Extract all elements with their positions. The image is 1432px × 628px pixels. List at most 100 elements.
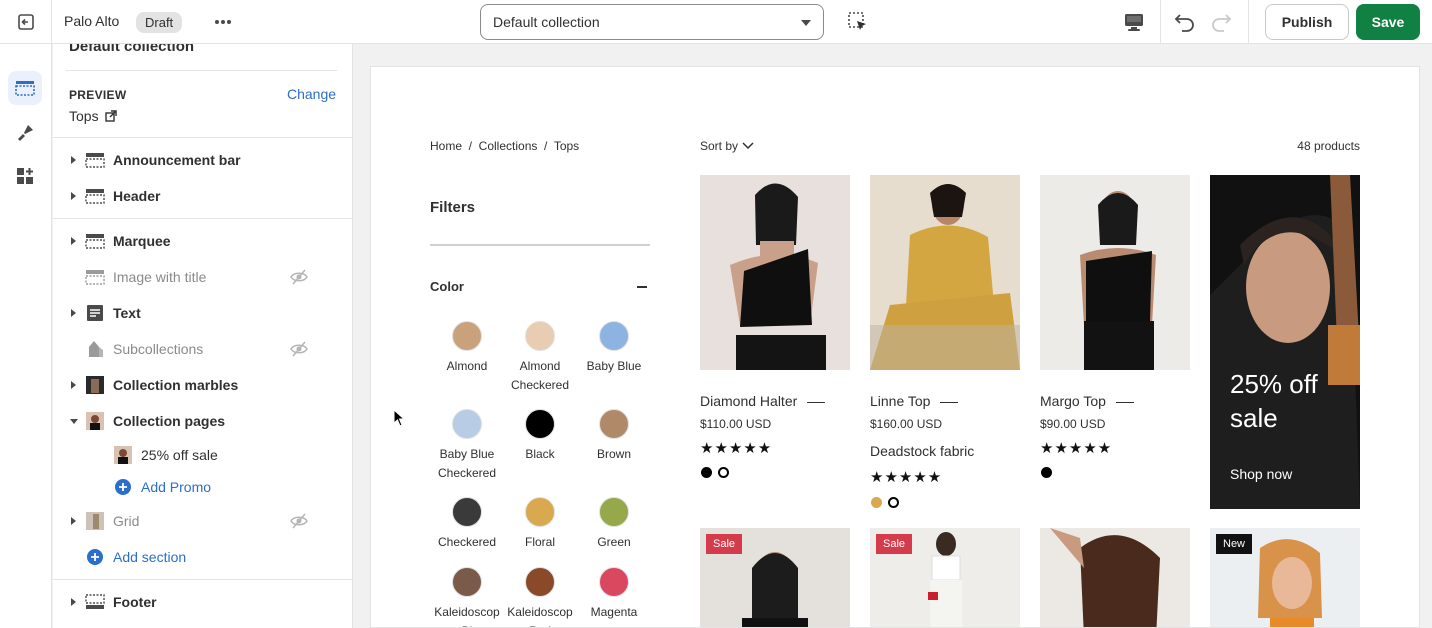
text-section-icon bbox=[87, 305, 103, 321]
product-image[interactable] bbox=[1040, 528, 1190, 627]
section-subcollections[interactable]: Subcollections bbox=[53, 334, 352, 364]
undo-icon[interactable] bbox=[1172, 10, 1198, 34]
product-name[interactable]: Margo Top bbox=[1040, 393, 1134, 409]
color-swatch[interactable]: Black bbox=[503, 409, 577, 464]
product-image[interactable] bbox=[870, 175, 1020, 370]
section-announcement-bar[interactable]: Announcement bar bbox=[53, 145, 352, 175]
section-label: Text bbox=[113, 305, 141, 321]
add-promo-label: Add Promo bbox=[141, 479, 212, 495]
inspector-icon[interactable] bbox=[846, 10, 870, 34]
more-actions-button[interactable] bbox=[212, 12, 234, 32]
color-swatch[interactable]: Kaleidoscop Red bbox=[503, 567, 577, 627]
rating-stars: ★★★★★ bbox=[700, 440, 773, 457]
preview-label: PREVIEW bbox=[69, 88, 127, 102]
product-price: $110.00 USD bbox=[700, 417, 772, 431]
sort-by-button[interactable]: Sort by bbox=[700, 139, 754, 153]
swatch-label: Green bbox=[597, 535, 631, 549]
preview-value[interactable]: Tops bbox=[69, 108, 117, 124]
section-header[interactable]: Header bbox=[53, 181, 352, 211]
color-swatch[interactable]: Almond bbox=[430, 321, 504, 376]
theme-settings-icon bbox=[18, 125, 33, 141]
change-preview-link[interactable]: Change bbox=[287, 86, 336, 102]
tag-icon bbox=[89, 341, 103, 357]
template-select[interactable]: Default collection bbox=[480, 4, 824, 40]
add-circle-icon bbox=[87, 549, 103, 565]
chevron-down-icon bbox=[742, 142, 754, 150]
promo-block[interactable]: 25% off sale Shop now bbox=[1210, 175, 1360, 509]
color-option-white[interactable] bbox=[888, 497, 899, 508]
swatch-label: Brown bbox=[596, 447, 631, 461]
divider bbox=[53, 218, 352, 219]
swatch-label: Almond Checkered bbox=[510, 359, 570, 392]
apps-button[interactable] bbox=[8, 159, 42, 193]
eye-hidden-icon[interactable] bbox=[289, 512, 309, 530]
color-filter-heading[interactable]: Color bbox=[430, 279, 464, 294]
swatch-label: Checkered bbox=[437, 535, 497, 549]
product-photo bbox=[1080, 191, 1156, 370]
sections-button[interactable] bbox=[8, 71, 42, 105]
color-option-floral[interactable] bbox=[871, 497, 882, 508]
eye-hidden-icon[interactable] bbox=[289, 268, 309, 286]
desktop-icon[interactable] bbox=[1120, 8, 1148, 36]
product-name[interactable]: Diamond Halter bbox=[700, 393, 826, 409]
filters-title: Filters bbox=[430, 199, 476, 216]
section-footer[interactable]: Footer bbox=[53, 587, 352, 617]
color-swatch[interactable]: Baby Blue bbox=[577, 321, 651, 376]
section-collection-pages[interactable]: Collection pages bbox=[53, 406, 352, 436]
color-option-white[interactable] bbox=[718, 467, 729, 478]
new-badge: New bbox=[1216, 534, 1253, 554]
redo-icon[interactable] bbox=[1208, 10, 1234, 34]
swatch-dot bbox=[525, 567, 555, 597]
theme-settings-button[interactable] bbox=[8, 115, 42, 149]
color-swatch[interactable]: Checkered bbox=[430, 497, 504, 552]
color-swatch[interactable]: Green bbox=[577, 497, 651, 552]
section-text[interactable]: Text bbox=[53, 298, 352, 328]
block-25-off-sale[interactable]: 25% off sale bbox=[53, 440, 352, 470]
product-name[interactable]: Linne Top bbox=[870, 393, 959, 409]
sidebar-title: Default collection bbox=[69, 44, 195, 55]
product-image[interactable] bbox=[1040, 175, 1190, 370]
external-link-icon bbox=[104, 110, 117, 122]
section-collection-marbles[interactable]: Collection marbles bbox=[53, 370, 352, 400]
chevron-right-icon bbox=[71, 517, 76, 525]
save-button[interactable]: Save bbox=[1356, 4, 1420, 40]
swatch-dot bbox=[599, 321, 629, 351]
divider bbox=[53, 579, 352, 580]
product-price: $90.00 USD bbox=[1040, 417, 1106, 431]
color-swatch[interactable]: Brown bbox=[577, 409, 651, 464]
divider bbox=[430, 244, 650, 246]
color-swatch[interactable]: Floral bbox=[503, 497, 577, 552]
chevron-right-icon bbox=[71, 309, 76, 317]
mouse-cursor-icon bbox=[393, 409, 405, 427]
collapse-icon[interactable] bbox=[637, 286, 647, 288]
eye-hidden-icon[interactable] bbox=[289, 340, 309, 358]
color-swatch[interactable]: Baby Blue Checkered bbox=[430, 409, 504, 483]
swatch-dot bbox=[525, 497, 555, 527]
swatch-label: Floral bbox=[524, 535, 555, 549]
section-image-with-title[interactable]: Image with title bbox=[53, 262, 352, 292]
add-promo-button[interactable]: Add Promo bbox=[53, 472, 352, 502]
color-swatch[interactable]: Magenta bbox=[577, 567, 651, 622]
color-swatch[interactable]: Kaleidoscop Bl bbox=[430, 567, 504, 627]
image-thumbnail-icon bbox=[86, 512, 104, 530]
exit-button[interactable] bbox=[0, 0, 52, 44]
breadcrumb[interactable]: Home / Collections / Tops bbox=[430, 139, 579, 153]
section-grid[interactable]: Grid bbox=[53, 506, 352, 536]
section-label: Subcollections bbox=[113, 341, 204, 357]
color-swatch[interactable]: Almond Checkered bbox=[503, 321, 577, 395]
section-label: Collection marbles bbox=[113, 377, 239, 393]
image-thumbnail-icon bbox=[86, 376, 104, 394]
color-option-black[interactable] bbox=[701, 467, 712, 478]
swatch-label: Black bbox=[525, 447, 555, 461]
add-section-button[interactable]: Add section bbox=[53, 542, 352, 572]
swatch-dot bbox=[452, 409, 482, 439]
section-icon bbox=[85, 153, 105, 168]
store-name: Palo Alto bbox=[64, 13, 120, 29]
product-photo bbox=[1050, 528, 1160, 627]
store-preview: Home / Collections / Tops Sort by 48 pro… bbox=[370, 66, 1420, 628]
product-image[interactable] bbox=[700, 175, 850, 370]
promo-cta[interactable]: Shop now bbox=[1230, 466, 1292, 482]
color-option-black[interactable] bbox=[1041, 467, 1052, 478]
publish-button[interactable]: Publish bbox=[1265, 4, 1349, 40]
section-marquee[interactable]: Marquee bbox=[53, 226, 352, 256]
